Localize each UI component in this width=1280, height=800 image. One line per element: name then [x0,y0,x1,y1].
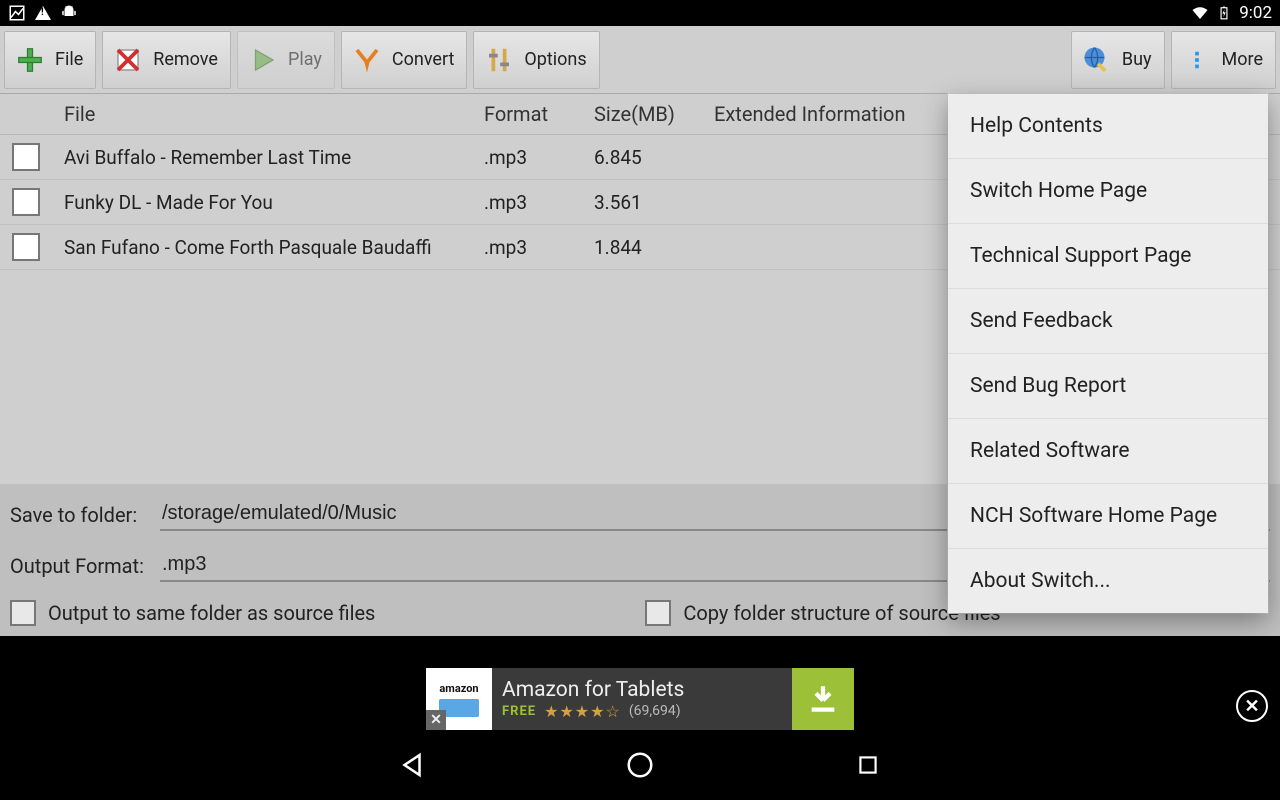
play-button[interactable]: Play [237,31,335,89]
remove-icon [111,43,145,77]
same-folder-label: Output to same folder as source files [48,601,375,625]
ad-title: Amazon for Tablets [502,678,782,702]
output-format-label: Output Format: [10,554,150,578]
toolbar: File Remove Play Convert Options [0,26,1280,94]
ad-stars: ★★★★☆ [544,702,621,721]
col-format[interactable]: Format [484,102,594,126]
menu-help-contents[interactable]: Help Contents [948,94,1268,159]
ad-area: amazon ✕ Amazon for Tablets FREE ★★★★☆ (… [0,668,1280,730]
back-button[interactable] [393,746,431,784]
more-button[interactable]: More [1171,31,1276,89]
ad-count: (69,694) [629,703,681,719]
menu-tech-support[interactable]: Technical Support Page [948,224,1268,289]
save-folder-label: Save to folder: [10,503,150,527]
wifi-icon [1191,4,1209,22]
android-navbar [0,730,1280,800]
warning-icon [34,4,52,22]
same-folder-checkbox[interactable] [10,600,36,626]
col-size[interactable]: Size(MB) [594,102,714,126]
close-ad-button[interactable]: ✕ [1236,690,1268,722]
convert-button[interactable]: Convert [341,31,468,89]
globe-key-icon [1080,43,1114,77]
row-checkbox[interactable] [12,143,40,171]
file-button[interactable]: File [4,31,96,89]
ad-mute-icon[interactable]: ✕ [426,710,446,730]
menu-nch-home[interactable]: NCH Software Home Page [948,484,1268,549]
ad-banner[interactable]: amazon ✕ Amazon for Tablets FREE ★★★★☆ (… [426,668,854,730]
status-bar: 9:02 [0,0,1280,26]
options-icon [482,43,516,77]
row-checkbox[interactable] [12,233,40,261]
remove-button[interactable]: Remove [102,31,231,89]
options-button[interactable]: Options [473,31,599,89]
android-icon [60,4,78,22]
col-file[interactable]: File [64,102,484,126]
ad-logo: amazon ✕ [426,668,492,730]
buy-button[interactable]: Buy [1071,31,1165,89]
play-icon [246,43,280,77]
recents-button[interactable] [849,746,887,784]
menu-related-software[interactable]: Related Software [948,419,1268,484]
more-vert-icon [1180,43,1214,77]
menu-send-feedback[interactable]: Send Feedback [948,289,1268,354]
convert-icon [350,43,384,77]
download-icon[interactable] [792,668,854,730]
menu-about-switch[interactable]: About Switch... [948,549,1268,613]
image-icon [8,4,26,22]
status-time: 9:02 [1239,3,1272,23]
ad-free-label: FREE [502,704,536,719]
row-checkbox[interactable] [12,188,40,216]
menu-switch-home[interactable]: Switch Home Page [948,159,1268,224]
plus-icon [13,43,47,77]
menu-send-bug-report[interactable]: Send Bug Report [948,354,1268,419]
copy-structure-checkbox[interactable] [645,600,671,626]
more-menu: Help Contents Switch Home Page Technical… [948,94,1268,613]
battery-charging-icon [1215,4,1233,22]
home-button[interactable] [621,746,659,784]
